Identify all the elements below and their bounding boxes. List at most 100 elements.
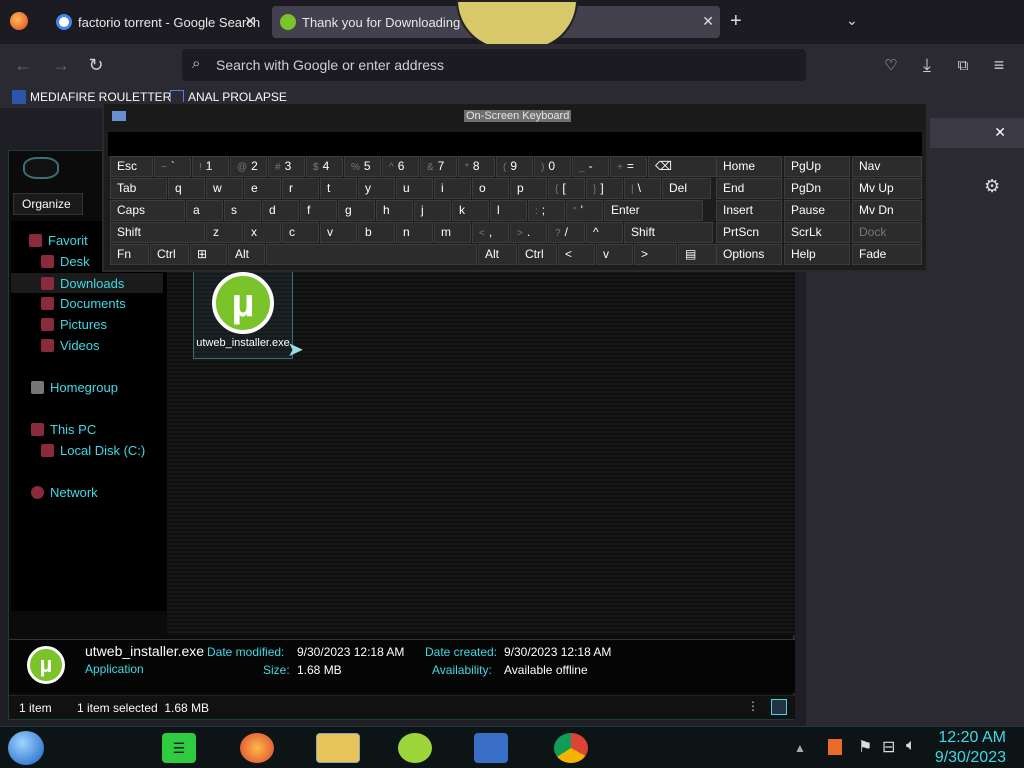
osk-key[interactable]: #3 [268,156,305,177]
sidebar-item-homegroup[interactable]: Homegroup [31,380,118,395]
osk-key[interactable]: r [282,178,319,199]
osk-key[interactable]: & 7 [420,156,457,177]
clock[interactable]: 12:20 AM 9/30/2023 [935,728,1006,768]
osk-nav-key[interactable]: Mv Up [852,178,922,199]
osk-key[interactable]: p [510,178,547,199]
osk-key[interactable]: a [186,200,223,221]
osk-nav-key[interactable]: Options [716,244,782,265]
sidebar-item-documents[interactable]: Documents [41,296,126,311]
osk-nav-key[interactable]: Dock [852,222,922,243]
osk-key[interactable]: Shift [624,222,713,243]
osk-key[interactable]: Caps [110,200,185,221]
download-icon[interactable]: ⤓ [916,54,938,76]
osk-key[interactable]: _ - [572,156,609,177]
osk-key[interactable]: Alt [478,244,517,265]
extensions-icon[interactable]: ⧉ [952,54,974,76]
remote-desktop-icon[interactable] [474,733,508,763]
osk-key[interactable]: Alt [228,244,265,265]
osk-key[interactable]: h [376,200,413,221]
osk-key[interactable]: u [396,178,433,199]
osk-key[interactable]: + = [610,156,647,177]
osk-nav-key[interactable]: PgDn [784,178,850,199]
osk-nav-key[interactable]: Nav [852,156,922,177]
osk-key[interactable]: ^ 6 [382,156,419,177]
menu-icon[interactable]: ≡ [988,54,1010,76]
osk-key[interactable]: " ' [566,200,603,221]
lime-app-icon[interactable] [398,733,432,763]
osk-key[interactable]: {[ [548,178,585,199]
start-button[interactable] [8,731,44,765]
osk-key[interactable]: e [244,178,281,199]
osk-nav-key[interactable]: ScrLk [784,222,850,243]
osk-key[interactable]: x [244,222,281,243]
osk-key[interactable]: < [558,244,595,265]
sidebar-item-local-disk[interactable]: Local Disk (C:) [41,443,145,458]
sidebar-item-pictures[interactable]: Pictures [41,317,107,332]
gear-icon[interactable]: ⚙ [984,176,1000,197]
sidebar-item-favorites[interactable]: Favorit [29,233,88,248]
osk-key[interactable]: f [300,200,337,221]
osk-key[interactable]: Ctrl [518,244,557,265]
sidebar-item-downloads[interactable]: Downloads [11,273,163,293]
osk-key[interactable]: m [434,222,471,243]
flag-icon[interactable]: ⚑ [858,737,872,757]
organize-button[interactable]: Organize [13,193,83,215]
url-bar[interactable]: ⌕ Search with Google or enter address [182,49,806,81]
osk-nav-key[interactable]: PgUp [784,156,850,177]
large-icons-view-icon[interactable] [771,699,787,715]
osk-key[interactable]: ⊞ [190,244,227,265]
osk-key[interactable]: Enter [604,200,703,221]
osk-key[interactable]: * 8 [458,156,495,177]
tab-google-search[interactable]: factorio torrent - Google Search ✕ [48,6,262,38]
osk-key[interactable]: ▤ [678,244,721,265]
osk-key[interactable]: >. [510,222,547,243]
osk-key[interactable]: ) 0 [534,156,571,177]
sidebar-item-desktop[interactable]: Desk [41,254,90,269]
details-view-icon[interactable]: ⋮ [747,699,759,713]
osk-key[interactable]: v [596,244,633,265]
osk-key[interactable]: Fn [110,244,149,265]
file-explorer-taskbar-icon[interactable] [316,733,360,763]
osk-key[interactable]: ? / [548,222,585,243]
osk-key[interactable] [266,244,477,265]
osk-nav-key[interactable]: PrtScn [716,222,782,243]
osk-nav-key[interactable]: Home [716,156,782,177]
osk-key[interactable]: ~ ` [154,156,191,177]
osk-nav-key[interactable]: Pause [784,200,850,221]
osk-key[interactable]: $4 [306,156,343,177]
osk-key[interactable]: c [282,222,319,243]
back-icon[interactable] [23,157,59,179]
osk-key[interactable]: :; [528,200,565,221]
volume-icon[interactable]: 🔈︎ [906,737,916,755]
osk-key[interactable]: w [206,178,243,199]
osk-key[interactable]: l [490,200,527,221]
network-tray-icon[interactable]: ⊟ [882,737,895,757]
osk-key[interactable]: @2 [230,156,267,177]
osk-key[interactable]: Shift [110,222,205,243]
back-icon[interactable]: ← [12,54,34,76]
osk-key[interactable]: Ctrl [150,244,189,265]
osk-key[interactable]: z [206,222,243,243]
osk-key[interactable]: o [472,178,509,199]
osk-key[interactable]: | \ [624,178,661,199]
osk-key[interactable]: k [452,200,489,221]
osk-key[interactable]: d [262,200,299,221]
pocket-icon[interactable]: ♡ [880,54,902,76]
close-icon[interactable]: ✕ [702,13,714,30]
chevron-down-icon[interactable]: ⌄ [846,12,858,29]
show-hidden-icons[interactable]: ▲ [794,741,806,755]
osk-key[interactable]: <, [472,222,509,243]
osk-key[interactable]: b [358,222,395,243]
osk-nav-key[interactable]: Fade [852,244,922,265]
osk-key[interactable]: i [434,178,471,199]
osk-key[interactable]: j [414,200,451,221]
osk-nav-key[interactable]: Insert [716,200,782,221]
osk-key[interactable]: }] [586,178,623,199]
close-icon[interactable]: ✕ [244,13,256,30]
firefox-taskbar-icon[interactable] [240,733,274,763]
file-item[interactable]: µ utweb_installer.exe [193,269,293,359]
java-icon[interactable] [828,739,842,755]
sidebar-item-videos[interactable]: Videos [41,338,100,353]
osk-key[interactable]: Esc [110,156,153,177]
close-icon[interactable]: ✕ [994,124,1006,141]
